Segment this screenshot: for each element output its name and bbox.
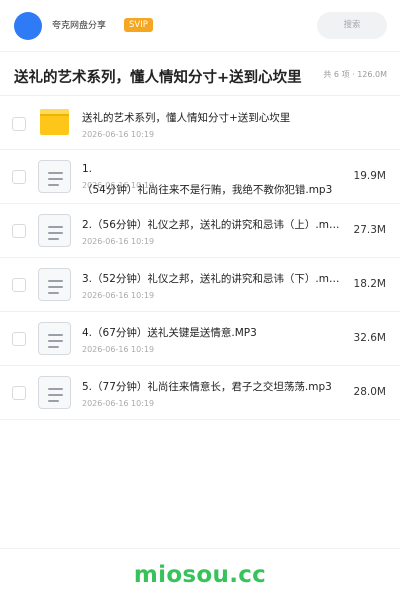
file-date: 2026-06-16 10:19 xyxy=(82,237,155,246)
file-date: 2026-06-16 10:19 xyxy=(82,291,155,300)
footer-divider xyxy=(0,548,400,549)
file-size: 18.2M xyxy=(353,278,386,290)
select-checkbox[interactable] xyxy=(12,170,26,184)
share-source-label: 夸克网盘分享 xyxy=(52,21,107,31)
top-bar: 夸克网盘分享 SVIP 搜索 xyxy=(0,0,400,52)
file-date: 2026-06-16 10:19 xyxy=(82,345,155,354)
watermark: miosou.cc xyxy=(133,562,267,588)
file-name[interactable]: 3.（52分钟）礼仪之邦，送礼的讲究和忌讳（下）.mp3 xyxy=(82,271,340,286)
search-input[interactable]: 搜索 xyxy=(317,12,387,39)
file-list: 送礼的艺术系列，懂人情知分寸+送到心坎里 2026-06-16 10:19 1.… xyxy=(0,97,400,420)
list-item[interactable]: 5.（77分钟）礼尚往来情意长，君子之交坦荡荡.mp3 2026-06-16 1… xyxy=(0,366,400,420)
document-icon xyxy=(38,214,71,247)
file-name[interactable]: 2.（56分钟）礼仪之邦，送礼的讲究和忌讳（上）.mp3 xyxy=(82,217,340,232)
file-name[interactable]: 5.（77分钟）礼尚往来情意长，君子之交坦荡荡.mp3 xyxy=(82,379,340,394)
file-name-line1: 1. xyxy=(82,163,93,175)
document-icon xyxy=(38,268,71,301)
file-date: 2026-06-16 10:19 xyxy=(82,399,155,408)
select-checkbox[interactable] xyxy=(12,278,26,292)
list-item[interactable]: 4.（67分钟）送礼关键是送情意.MP3 2026-06-16 10:19 32… xyxy=(0,312,400,366)
folder-item-count: 共 6 项 · 126.0M xyxy=(323,70,387,79)
file-date: 2026-06-16 10:19 xyxy=(82,130,155,139)
page-title: 送礼的艺术系列，懂人情知分寸+送到心坎里 xyxy=(14,70,302,86)
list-item[interactable]: 送礼的艺术系列，懂人情知分寸+送到心坎里 2026-06-16 10:19 xyxy=(0,97,400,150)
document-icon xyxy=(38,376,71,409)
file-name[interactable]: 送礼的艺术系列，懂人情知分寸+送到心坎里 xyxy=(82,110,340,125)
select-checkbox[interactable] xyxy=(12,117,26,131)
file-size: 27.3M xyxy=(353,224,386,236)
list-item[interactable]: 3.（52分钟）礼仪之邦，送礼的讲究和忌讳（下）.mp3 2026-06-16 … xyxy=(0,258,400,312)
select-checkbox[interactable] xyxy=(12,224,26,238)
file-size: 32.6M xyxy=(353,332,386,344)
select-checkbox[interactable] xyxy=(12,386,26,400)
file-name-line2: （54分钟）礼尚往来不是行贿，我绝不教你犯错.mp3 xyxy=(82,184,333,196)
folder-header: 送礼的艺术系列，懂人情知分寸+送到心坎里 共 6 项 · 126.0M xyxy=(0,52,400,96)
file-name[interactable]: 1. （54分钟）礼尚往来不是行贿，我绝不教你犯错.mp3 xyxy=(82,163,340,197)
avatar[interactable] xyxy=(14,12,42,40)
file-name[interactable]: 4.（67分钟）送礼关键是送情意.MP3 xyxy=(82,325,340,340)
folder-icon xyxy=(40,109,69,135)
document-icon xyxy=(38,322,71,355)
list-item[interactable]: 1. （54分钟）礼尚往来不是行贿，我绝不教你犯错.mp3 2026-06-16… xyxy=(0,150,400,204)
file-size: 19.9M xyxy=(353,170,386,182)
svip-badge: SVIP xyxy=(124,18,153,32)
file-size: 28.0M xyxy=(353,386,386,398)
list-item[interactable]: 2.（56分钟）礼仪之邦，送礼的讲究和忌讳（上）.mp3 2026-06-16 … xyxy=(0,204,400,258)
select-checkbox[interactable] xyxy=(12,332,26,346)
document-icon xyxy=(38,160,71,193)
